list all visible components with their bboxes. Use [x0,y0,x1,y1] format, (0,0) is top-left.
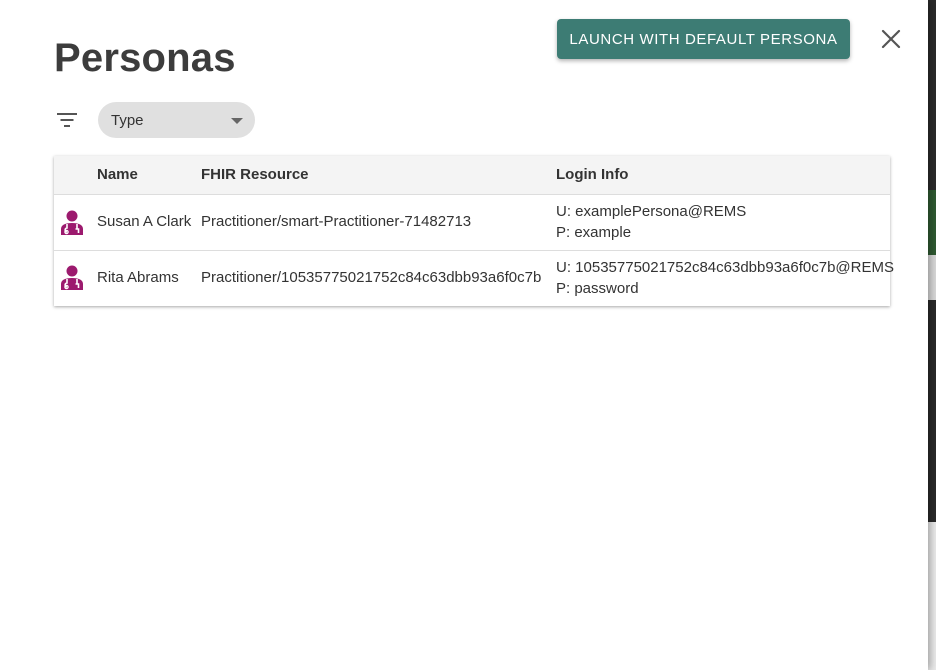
type-filter-select[interactable]: Type [98,102,255,138]
persona-login-user: U: examplePersona@REMS [556,203,747,220]
filter-list-icon [57,113,77,127]
background-app-edge [928,255,936,300]
type-filter-label: Type [111,112,144,129]
filter-button[interactable] [56,110,78,130]
background-app-edge [928,0,936,190]
close-button[interactable] [878,26,904,52]
launch-default-persona-button[interactable]: LAUNCH WITH DEFAULT PERSONA [557,19,850,59]
background-app-edge [928,522,936,670]
persona-login-password: P: example [556,224,632,241]
launch-default-persona-label: LAUNCH WITH DEFAULT PERSONA [569,30,838,48]
background-app-edge [928,190,936,255]
doctor-icon [61,210,83,235]
column-header-login-info: Login Info [556,166,629,183]
persona-login-user: U: 10535775021752c84c63dbb93a6f0c7b@REMS [556,259,894,276]
column-header-fhir-resource: FHIR Resource [201,166,309,183]
column-header-name: Name [97,166,138,183]
arrow-drop-down-icon [231,118,243,124]
table-row[interactable]: Rita Abrams Practitioner/10535775021752c… [54,251,894,306]
doctor-icon [61,265,83,290]
persona-fhir-resource: Practitioner/smart-Practitioner-71482713 [201,213,472,230]
dialog-title: Personas [54,36,236,80]
background-app-edge [928,300,936,522]
persona-fhir-resource: Practitioner/10535775021752c84c63dbb93a6… [201,269,542,286]
close-icon [881,29,901,49]
table-header: Name FHIR Resource Login Info [54,156,890,195]
table-row[interactable]: Susan A Clark Practitioner/smart-Practit… [54,195,890,251]
personas-table: Name FHIR Resource Login Info Susan A Cl… [54,156,894,306]
persona-name: Susan A Clark [97,213,192,230]
persona-name: Rita Abrams [97,269,179,286]
persona-login-password: P: password [556,280,639,297]
personas-dialog: Personas LAUNCH WITH DEFAULT PERSONA Typ… [0,0,928,670]
